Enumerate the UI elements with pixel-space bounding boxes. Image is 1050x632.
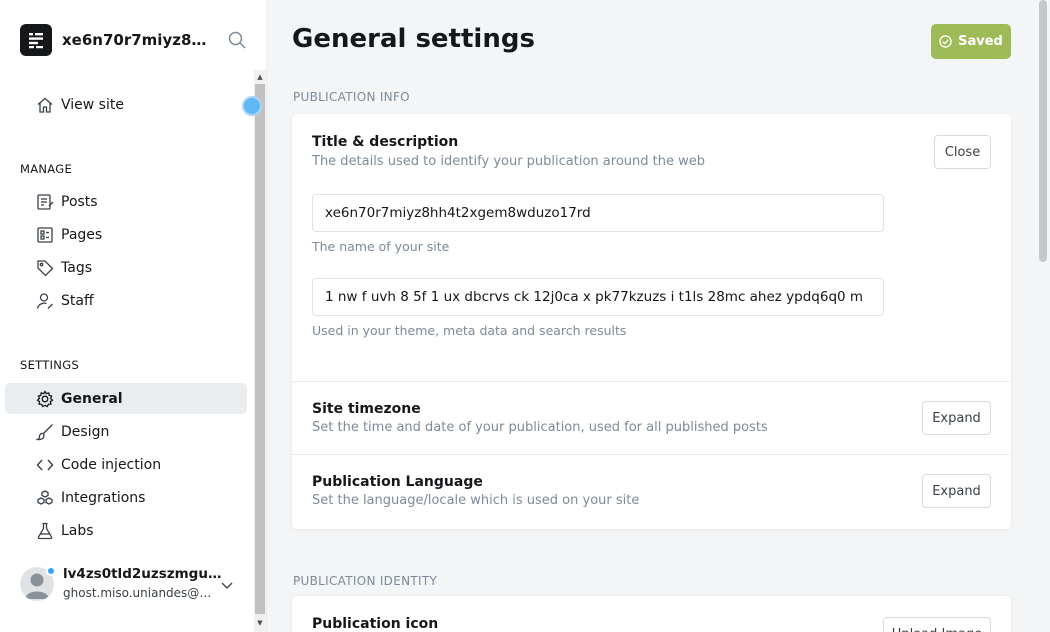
- upload-image-button[interactable]: Upload Image: [883, 617, 991, 632]
- nav-posts[interactable]: Posts: [5, 186, 247, 217]
- site-description-input[interactable]: 1 nw f uvh 8 5f 1 ux dbcrvs ck 12j0ca x …: [312, 278, 884, 316]
- section-publication-info: PUBLICATION INFO: [293, 90, 410, 104]
- timezone-desc: Set the time and date of your publicatio…: [312, 420, 768, 435]
- nav-staff[interactable]: Staff: [5, 285, 247, 316]
- nav-label: General: [61, 390, 123, 407]
- nav-integrations[interactable]: Integrations: [5, 482, 247, 513]
- user-name: lv4zs0tld2uzszmguul...: [63, 566, 223, 582]
- site-description-hint: Used in your theme, meta data and search…: [312, 323, 627, 338]
- cursor-indicator: [242, 96, 262, 116]
- nav-label: View site: [61, 96, 124, 113]
- tag-icon: [36, 259, 54, 277]
- title-description-desc: The details used to identify your public…: [312, 154, 705, 169]
- nav-label: Labs: [61, 522, 94, 539]
- nav-label: Posts: [61, 193, 98, 210]
- staff-icon: [36, 292, 54, 310]
- publication-info-card: Title & description The details used to …: [292, 114, 1011, 529]
- site-title: xe6n70r7miyz8hhh...: [62, 31, 210, 49]
- gear-icon: [36, 390, 54, 408]
- section-publication-identity: PUBLICATION IDENTITY: [293, 574, 438, 588]
- settings-heading: SETTINGS: [20, 358, 80, 372]
- timezone-expand-button[interactable]: Expand: [922, 401, 991, 435]
- main-scrollbar-thumb[interactable]: [1039, 0, 1047, 262]
- scroll-down-arrow-icon[interactable]: ▼: [255, 618, 265, 628]
- nav-labs[interactable]: Labs: [5, 515, 247, 546]
- nav-design[interactable]: Design: [5, 416, 247, 447]
- language-expand-button[interactable]: Expand: [922, 474, 991, 508]
- nav-label: Pages: [61, 226, 103, 243]
- pages-icon: [36, 226, 54, 244]
- close-button[interactable]: Close: [934, 135, 991, 169]
- nav-label: Code injection: [61, 456, 162, 473]
- user-email: ghost.miso.uniandes@g...: [63, 586, 218, 600]
- divider: [292, 454, 1011, 455]
- manage-heading: MANAGE: [20, 162, 73, 176]
- nav-tags[interactable]: Tags: [5, 252, 247, 283]
- title-description-title: Title & description: [312, 134, 459, 150]
- search-icon[interactable]: [228, 31, 248, 51]
- code-icon: [36, 456, 54, 474]
- nav-label: Integrations: [61, 489, 146, 506]
- sidebar: xe6n70r7miyz8hhh... View site MANAGE Pos…: [0, 0, 267, 632]
- site-logo-icon: [20, 24, 52, 56]
- nav-label: Tags: [61, 259, 92, 276]
- nav-pages[interactable]: Pages: [5, 219, 247, 250]
- nav-code-injection[interactable]: Code injection: [5, 449, 247, 480]
- online-status-dot: [46, 566, 56, 576]
- publication-icon-title: Publication icon: [312, 616, 439, 632]
- nav-view-site[interactable]: View site: [5, 89, 247, 120]
- nav-label: Staff: [61, 292, 94, 309]
- saved-label: Saved: [958, 34, 1003, 49]
- user-menu[interactable]: lv4zs0tld2uzszmguul... ghost.miso.uniand…: [20, 565, 250, 605]
- check-circle-icon: [939, 35, 952, 48]
- nav-general[interactable]: General: [5, 383, 247, 414]
- home-icon: [36, 96, 54, 114]
- publication-identity-card: Publication icon Upload Image: [292, 596, 1011, 632]
- timezone-title: Site timezone: [312, 401, 421, 417]
- language-title: Publication Language: [312, 474, 483, 490]
- chevron-down-icon[interactable]: [220, 577, 234, 591]
- sidebar-scrollbar-thumb[interactable]: [255, 84, 265, 614]
- brand[interactable]: xe6n70r7miyz8hhh...: [20, 24, 210, 56]
- site-title-input[interactable]: xe6n70r7miyz8hh4t2xgem8wduzo17rd: [312, 194, 884, 232]
- site-title-hint: The name of your site: [312, 239, 450, 254]
- nav-label: Design: [61, 423, 110, 440]
- flask-icon: [36, 522, 54, 540]
- saved-button[interactable]: Saved: [931, 24, 1011, 59]
- page-title: General settings: [292, 24, 535, 54]
- integrations-icon: [36, 489, 54, 507]
- brush-icon: [35, 423, 54, 441]
- divider: [292, 381, 1011, 382]
- posts-icon: [36, 193, 54, 211]
- scroll-up-arrow-icon[interactable]: ▲: [255, 72, 265, 82]
- language-desc: Set the language/locale which is used on…: [312, 493, 640, 508]
